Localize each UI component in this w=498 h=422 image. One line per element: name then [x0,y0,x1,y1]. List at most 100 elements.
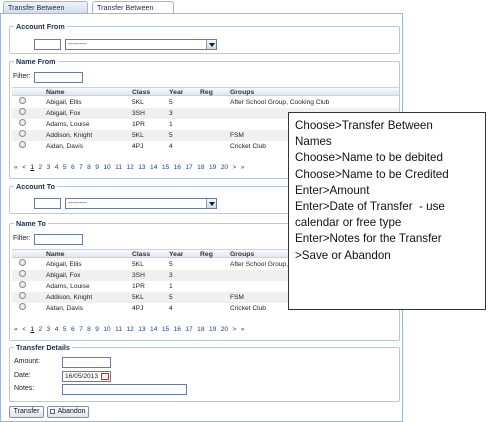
select-radio[interactable] [19,281,26,288]
cell-groups: Cricket Club [230,143,266,150]
account-to-title: Account To [14,182,57,191]
pager-page-link[interactable]: 2 [39,164,43,171]
pager-page-link[interactable]: 4 [55,326,59,333]
notes-label: Notes: [14,385,35,392]
pager-page-link[interactable]: 19 [209,164,216,171]
select-radio[interactable] [19,119,26,126]
account-from-select[interactable]: -------- [65,39,217,50]
pager-page-link[interactable]: 8 [87,326,91,333]
select-radio[interactable] [19,292,26,299]
col-groups-header[interactable]: Groups [230,88,254,97]
pager-page-link[interactable]: 6 [71,326,75,333]
pager-page-link[interactable]: 20 [221,164,228,171]
cell-name: Abigail, Fox [46,110,81,117]
pager-prev-link[interactable]: < [22,164,26,171]
date-input[interactable]: 16/05/2013 [62,371,111,382]
pager-page-link[interactable]: 18 [197,164,204,171]
pager-page-link[interactable]: 18 [197,326,204,333]
account-to-select[interactable]: -------- [65,198,217,209]
pager-page-link[interactable]: 1 [30,326,34,333]
pager-page-link[interactable]: 13 [138,326,145,333]
pager-next-link[interactable]: > [233,164,237,171]
pager-page-link[interactable]: 16 [174,164,181,171]
account-from-group: Account From -------- [9,22,400,54]
pager-page-link[interactable]: 19 [209,326,216,333]
pager-first-link[interactable]: « [14,164,18,171]
pager-page-link[interactable]: 7 [79,326,83,333]
pager-page-link[interactable]: 8 [87,164,91,171]
pager-page-link[interactable]: 15 [162,164,169,171]
amount-input[interactable] [62,357,111,368]
pager-page-link[interactable]: 9 [95,326,99,333]
col-year-header[interactable]: Year [169,88,183,97]
pager-page-link[interactable]: 15 [162,326,169,333]
callout-line: Choose>Name to be debited [295,151,443,165]
col-name-header[interactable]: Name [46,250,65,259]
pager-page-link[interactable]: 14 [150,164,157,171]
pager-page-link[interactable]: 5 [63,164,67,171]
cell-groups: FSM [230,132,244,139]
pager-first-link[interactable]: « [14,326,18,333]
select-radio[interactable] [19,141,26,148]
col-class-header[interactable]: Class [132,88,150,97]
pager-page-link[interactable]: 12 [126,326,133,333]
select-radio[interactable] [19,259,26,266]
select-radio[interactable] [19,108,26,115]
pager-page-link[interactable]: 7 [79,164,83,171]
account-from-code-input[interactable] [34,39,61,50]
pager-page-link[interactable]: 1 [30,164,34,171]
abandon-button[interactable]: Abandon [47,406,89,418]
account-to-code-input[interactable] [34,198,61,209]
pager-page-link[interactable]: 5 [63,326,67,333]
callout-line: Choose>Name to be Credited [295,167,449,181]
name-from-filter-label: Filter: [13,73,31,80]
pager-last-link[interactable]: » [241,164,245,171]
callout-line: Enter>Notes for the Transfer [295,232,442,246]
pager-page-link[interactable]: 16 [174,326,181,333]
instruction-callout: Choose>Transfer Between Names Choose>Nam… [288,112,486,310]
pager-page-link[interactable]: 2 [39,326,43,333]
chevron-down-icon[interactable] [206,199,216,208]
pager-page-link[interactable]: 10 [103,326,110,333]
pager-page-link[interactable]: 6 [71,164,75,171]
chevron-down-icon[interactable] [206,40,216,49]
calendar-icon[interactable] [101,373,109,380]
pager-next-link[interactable]: > [233,326,237,333]
pager-page-link[interactable]: 17 [185,164,192,171]
col-class-header[interactable]: Class [132,250,150,259]
callout-line: Names [295,135,332,149]
pager-page-link[interactable]: 17 [185,326,192,333]
pager-page-link[interactable]: 9 [95,164,99,171]
col-year-header[interactable]: Year [169,250,183,259]
pager-page-link[interactable]: 13 [138,164,145,171]
col-name-header[interactable]: Name [46,88,65,97]
pager-page-link[interactable]: 3 [47,164,51,171]
select-radio[interactable] [19,303,26,310]
cell-name: Adams, Louise [46,121,90,128]
pager-page-link[interactable]: 11 [115,326,122,333]
cell-class: 4PJ [132,143,144,150]
name-to-filter-input[interactable] [34,234,83,245]
pager-page-link[interactable]: 4 [55,164,59,171]
pager-prev-link[interactable]: < [22,326,26,333]
col-reg-header[interactable]: Reg [200,250,213,259]
cell-name: Addison, Knight [46,294,93,301]
name-to-filter-label: Filter: [13,235,31,242]
select-radio[interactable] [19,270,26,277]
pager-page-link[interactable]: 11 [115,164,122,171]
pager-last-link[interactable]: » [241,326,245,333]
pager-page-link[interactable]: 3 [47,326,51,333]
notes-input[interactable] [62,384,187,395]
table-row[interactable]: Abigail, Ellis 5KL 5 After School Group,… [12,97,399,108]
pager-page-link[interactable]: 10 [103,164,110,171]
select-radio[interactable] [19,130,26,137]
pager-page-link[interactable]: 20 [221,326,228,333]
pager-page-link[interactable]: 14 [150,326,157,333]
transfer-button[interactable]: Transfer [9,406,44,418]
name-to-title: Name To [14,219,48,228]
select-radio[interactable] [19,97,26,104]
pager-page-link[interactable]: 12 [126,164,133,171]
name-from-filter-input[interactable] [34,72,83,83]
col-groups-header[interactable]: Groups [230,250,254,259]
col-reg-header[interactable]: Reg [200,88,213,97]
